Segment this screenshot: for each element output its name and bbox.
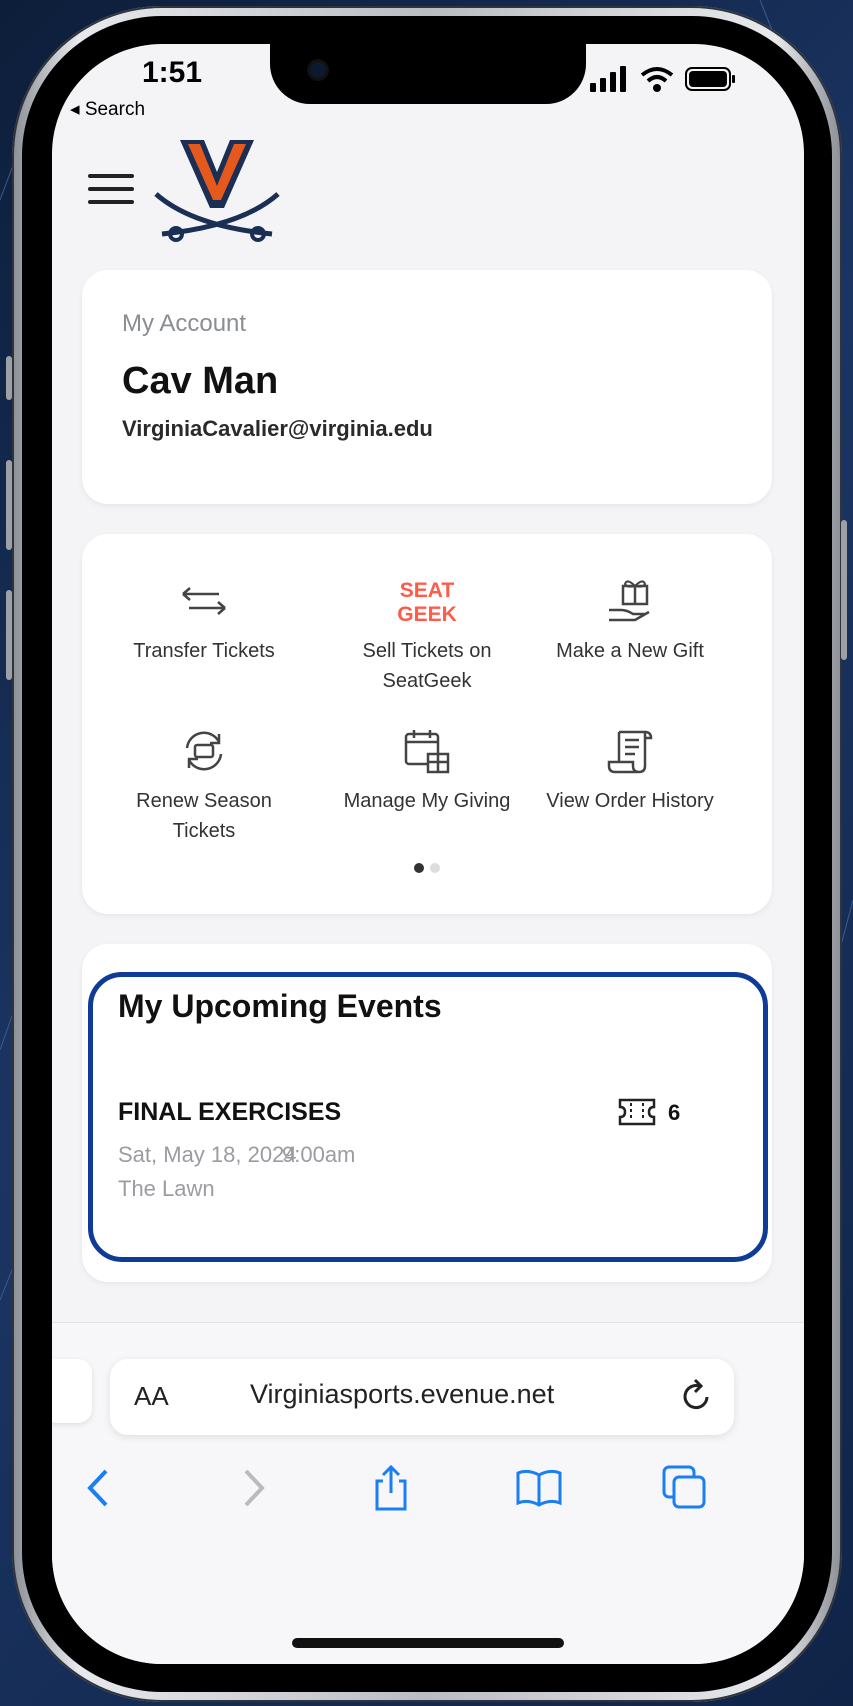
- phone-screen: 1:51 ◂ Search My Account Cav Man Virgini…: [52, 44, 804, 1664]
- side-button-right: [841, 520, 847, 660]
- home-indicator: [292, 1638, 564, 1648]
- reload-icon[interactable]: [680, 1377, 714, 1413]
- account-name: Cav Man: [122, 360, 279, 402]
- status-icons: [590, 66, 735, 92]
- seatgeek-logo-icon: SEAT GEEK: [397, 579, 457, 626]
- action-label: Sell Tickets on SeatGeek: [362, 640, 492, 692]
- safari-toolbar: AA Virginiasports.evenue.net: [52, 1322, 804, 1664]
- battery-icon: [685, 67, 735, 91]
- page-dot-2[interactable]: [430, 863, 440, 873]
- address-bar[interactable]: AA Virginiasports.evenue.net: [110, 1359, 734, 1435]
- calendar-gift-icon: [404, 730, 450, 774]
- signal-icon: [590, 66, 626, 92]
- ticket-icon: [618, 1098, 656, 1126]
- manage-giving-action[interactable]: Manage My Giving: [327, 726, 527, 816]
- back-chevron-icon[interactable]: [76, 1463, 126, 1513]
- action-label: View Order History: [546, 790, 714, 812]
- safari-nav-row: [52, 1453, 804, 1523]
- notch: [270, 44, 586, 104]
- url-text[interactable]: Virginiasports.evenue.net: [250, 1379, 554, 1410]
- tabs-icon[interactable]: [660, 1463, 710, 1513]
- forward-chevron-icon[interactable]: [226, 1463, 276, 1513]
- gift-hand-icon: [609, 580, 650, 622]
- side-button-left-1: [6, 356, 12, 400]
- back-to-search-link[interactable]: ◂ Search: [70, 98, 145, 121]
- upcoming-events-title: My Upcoming Events: [118, 988, 442, 1024]
- share-icon[interactable]: [366, 1463, 416, 1513]
- receipt-scroll-icon: [607, 730, 653, 774]
- action-label: Transfer Tickets: [133, 640, 275, 662]
- transfer-arrows-icon: [182, 587, 226, 615]
- action-label: Manage My Giving: [343, 790, 511, 812]
- side-button-left-2: [6, 460, 12, 550]
- account-label: My Account: [122, 310, 247, 337]
- action-label: Renew Season Tickets: [136, 790, 272, 842]
- account-card: My Account Cav Man VirginiaCavalier@virg…: [82, 270, 772, 504]
- quick-actions-card: Transfer Tickets SEAT GEEK Sell Tickets …: [82, 534, 772, 914]
- virginia-cavaliers-logo[interactable]: [152, 136, 282, 246]
- camera: [310, 62, 326, 78]
- renew-ticket-icon: [185, 731, 223, 771]
- svg-text:GEEK: GEEK: [397, 603, 457, 626]
- previous-tab-peek[interactable]: [52, 1359, 92, 1423]
- status-time: 1:51: [142, 56, 203, 89]
- action-label: Make a New Gift: [556, 640, 704, 662]
- sell-on-seatgeek-action[interactable]: SEAT GEEK Sell Tickets on SeatGeek: [327, 576, 527, 696]
- text-size-button[interactable]: AA: [134, 1381, 169, 1412]
- ticket-count: 6: [668, 1100, 681, 1125]
- bookmarks-icon[interactable]: [514, 1463, 564, 1513]
- page-dot-1[interactable]: [414, 863, 424, 873]
- account-email: VirginiaCavalier@virginia.edu: [122, 416, 433, 441]
- hamburger-menu-icon[interactable]: [88, 174, 134, 204]
- event-time: 9:00am: [282, 1142, 356, 1167]
- renew-season-tickets-action[interactable]: Renew Season Tickets: [104, 726, 304, 846]
- event-date: Sat, May 18, 2024: [118, 1142, 297, 1167]
- upcoming-events-card: My Upcoming Events FINAL EXERCISES Sat, …: [82, 944, 772, 1282]
- event-name[interactable]: FINAL EXERCISES: [118, 1098, 341, 1127]
- make-gift-action[interactable]: Make a New Gift: [530, 576, 730, 666]
- transfer-tickets-action[interactable]: Transfer Tickets: [104, 576, 304, 666]
- event-location: The Lawn: [118, 1176, 215, 1201]
- wifi-icon: [640, 67, 674, 92]
- pagination-dots: [82, 860, 772, 878]
- view-order-history-action[interactable]: View Order History: [530, 726, 730, 816]
- svg-text:SEAT: SEAT: [400, 579, 455, 602]
- side-button-left-3: [6, 590, 12, 680]
